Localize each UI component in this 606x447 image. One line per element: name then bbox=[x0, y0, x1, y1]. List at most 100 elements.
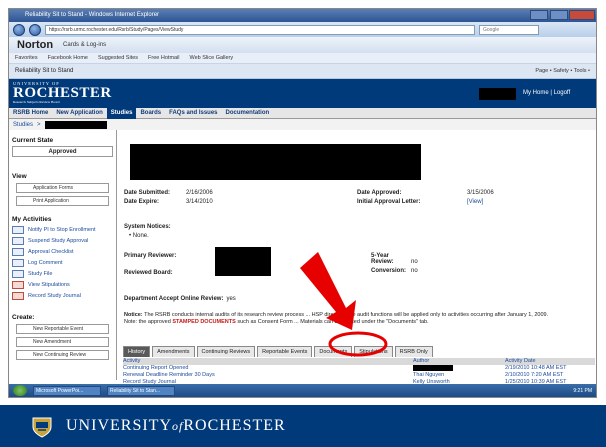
application-forms-button[interactable]: Application Forms bbox=[16, 183, 109, 193]
url-field[interactable]: https://rsrb.urmc.rochester.edu/Rsrb/Stu… bbox=[45, 24, 475, 35]
checklist-icon bbox=[12, 248, 24, 256]
activity-notify-pi[interactable]: Notify PI to Stop Enrollment bbox=[12, 226, 113, 234]
activity-checklist[interactable]: Approval Checklist bbox=[12, 248, 113, 256]
browser-screenshot: Reliability Sit to Stand - Windows Inter… bbox=[8, 8, 597, 398]
window-title: Reliability Sit to Stand - Windows Inter… bbox=[25, 12, 160, 18]
favorite-link[interactable]: Facebook Home bbox=[48, 55, 88, 61]
university-seal-icon bbox=[32, 417, 52, 438]
norton-logo[interactable]: Norton bbox=[17, 39, 53, 51]
study-detail-panel: Date Submitted: 2/16/2006 Date Expire: 3/1… bbox=[117, 130, 596, 385]
initial-approval-letter: Initial Approval Letter: [View] bbox=[357, 199, 484, 205]
browser-tab-bar: Reliability Sit to Stand Page • Safety •… bbox=[9, 64, 596, 79]
tab-stipulations[interactable]: Stipulations bbox=[354, 346, 393, 357]
tab-documents[interactable]: Documents bbox=[314, 346, 353, 357]
table-row[interactable]: Renewal Deadline Reminder 30 Days Thai N… bbox=[123, 372, 595, 379]
table-header: Activity Author Activity Date bbox=[123, 358, 595, 365]
menu-boards[interactable]: Boards bbox=[136, 110, 165, 116]
redacted-study-title bbox=[44, 120, 107, 129]
conversion: Conversion: no bbox=[371, 268, 418, 274]
new-amendment-button[interactable]: New Amendment bbox=[16, 337, 109, 347]
favorite-link[interactable]: Suggested Sites bbox=[98, 55, 138, 61]
create-heading: Create: bbox=[12, 314, 35, 321]
print-application-button[interactable]: Print Application bbox=[16, 196, 109, 206]
favorites-button[interactable]: Favorites bbox=[15, 55, 38, 61]
breadcrumb-separator: > bbox=[37, 121, 41, 128]
activity-view-stipulations[interactable]: View Stipulations bbox=[12, 281, 113, 289]
tab-continuing-reviews[interactable]: Continuing Reviews bbox=[196, 346, 256, 357]
taskbar-ie[interactable]: Reliability Sit to Stan... bbox=[107, 385, 175, 396]
redacted-username bbox=[479, 88, 516, 100]
suspend-icon bbox=[12, 237, 24, 245]
my-activities-heading: My Activities bbox=[12, 216, 52, 223]
favorite-link[interactable]: Free Hotmail bbox=[148, 55, 179, 61]
menu-faqs[interactable]: FAQs and Issues bbox=[165, 110, 221, 116]
command-bar[interactable]: Page • Safety • Tools • bbox=[535, 68, 590, 74]
browser-tab[interactable]: Reliability Sit to Stand bbox=[15, 68, 73, 74]
comment-icon bbox=[12, 259, 24, 267]
windows-taskbar: Microsoft PowerPoi... Reliability Sit to… bbox=[9, 384, 596, 397]
search-field[interactable]: Google bbox=[479, 24, 539, 35]
norton-cards-button[interactable]: Cards & Log-ins bbox=[63, 42, 106, 48]
activity-study-file[interactable]: Study File bbox=[12, 270, 113, 278]
system-clock: 9:21 PM bbox=[573, 387, 592, 394]
close-button[interactable] bbox=[569, 10, 595, 20]
file-icon bbox=[12, 270, 24, 278]
stamped-documents-text: STAMPED DOCUMENTS bbox=[172, 319, 236, 325]
menu-rsrb-home[interactable]: RSRB Home bbox=[9, 110, 52, 116]
page-body: Current State Approved View Application … bbox=[9, 130, 596, 385]
norton-toolbar: Norton Cards & Log-ins bbox=[9, 37, 596, 53]
tab-amendments[interactable]: Amendments bbox=[152, 346, 195, 357]
new-reportable-event-button[interactable]: New Reportable Event bbox=[16, 324, 109, 334]
favorite-link[interactable]: Web Slice Gallery bbox=[190, 55, 234, 61]
university-logo[interactable]: UNIVERSITY OF ROCHESTER Research Subject… bbox=[13, 81, 112, 104]
current-state-value: Approved bbox=[12, 146, 113, 157]
date-submitted: Date Submitted: 2/16/2006 bbox=[124, 190, 213, 196]
current-state-heading: Current State bbox=[12, 137, 54, 144]
site-header: UNIVERSITY OF ROCHESTER Research Subject… bbox=[9, 79, 596, 108]
menu-studies[interactable]: Studies bbox=[106, 107, 137, 119]
start-button[interactable] bbox=[13, 385, 27, 396]
study-tabs: History Amendments Continuing Reviews Re… bbox=[123, 346, 435, 357]
activity-record-journal[interactable]: Record Study Journal bbox=[12, 292, 113, 300]
notice-text: Notice: The RSRB conducts internal audit… bbox=[124, 312, 549, 325]
main-menu: RSRB Home New Application Studies Boards… bbox=[9, 107, 596, 119]
maximize-button[interactable] bbox=[550, 10, 568, 20]
menu-documentation[interactable]: Documentation bbox=[222, 110, 274, 116]
redacted-author bbox=[413, 365, 453, 371]
forward-button[interactable] bbox=[29, 23, 41, 36]
activity-suspend[interactable]: Suspend Study Approval bbox=[12, 237, 113, 245]
header-links[interactable]: My Home | Logoff bbox=[523, 90, 570, 96]
date-approved: Date Approved: 3/15/2006 bbox=[357, 190, 494, 196]
window-title-bar: Reliability Sit to Stand - Windows Inter… bbox=[9, 9, 596, 22]
reviewed-board: Reviewed Board: bbox=[124, 270, 173, 276]
activity-log-comment[interactable]: Log Comment bbox=[12, 259, 113, 267]
new-continuing-review-button[interactable]: New Continuing Review bbox=[16, 350, 109, 360]
system-notices-value: • None. bbox=[129, 233, 149, 239]
footer-wordmark: UNIVERSITYofROCHESTER bbox=[66, 417, 286, 434]
primary-reviewer: Primary Reviewer: bbox=[124, 253, 177, 259]
tab-rsrb-only[interactable]: RSRB Only bbox=[394, 346, 433, 357]
journal-icon bbox=[12, 292, 24, 300]
redacted-reviewer bbox=[215, 247, 271, 276]
menu-new-application[interactable]: New Application bbox=[52, 110, 106, 116]
favorites-bar: Favorites Facebook Home Suggested Sites … bbox=[9, 53, 596, 64]
stipulations-icon bbox=[12, 281, 24, 289]
address-bar: https://rsrb.urmc.rochester.edu/Rsrb/Stu… bbox=[9, 22, 596, 37]
back-button[interactable] bbox=[13, 23, 25, 36]
tab-history[interactable]: History bbox=[123, 346, 151, 357]
view-heading: View bbox=[12, 173, 27, 180]
tab-reportable-events[interactable]: Reportable Events bbox=[257, 346, 313, 357]
history-table: Activity Author Activity Date Continuing… bbox=[123, 358, 595, 386]
five-year-review: 5-Year Review: no bbox=[371, 253, 418, 265]
taskbar-powerpoint[interactable]: Microsoft PowerPoi... bbox=[33, 385, 101, 396]
department-accept-online: Department Accept Online Review: yes bbox=[124, 296, 236, 302]
date-expire: Date Expire: 3/14/2010 bbox=[124, 199, 213, 205]
table-row[interactable]: Continuing Report Opened 2/19/2010 10:48… bbox=[123, 365, 595, 372]
view-letter-link[interactable]: [View] bbox=[467, 199, 483, 205]
system-notices: System Notices: bbox=[124, 224, 171, 230]
notify-icon bbox=[12, 226, 24, 234]
breadcrumb-studies[interactable]: Studies bbox=[13, 122, 33, 128]
sidebar: Current State Approved View Application … bbox=[9, 130, 117, 380]
minimize-button[interactable] bbox=[530, 10, 548, 20]
redacted-study-name bbox=[130, 144, 421, 180]
